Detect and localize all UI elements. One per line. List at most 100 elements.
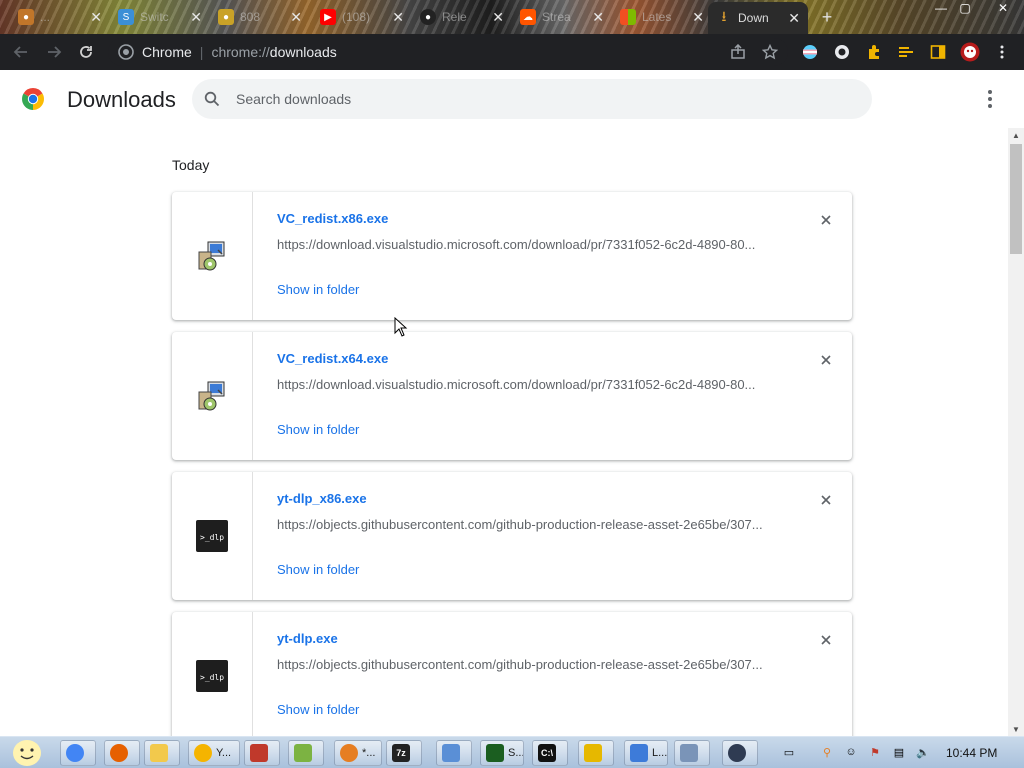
remove-button[interactable] [816,350,836,370]
taskbar-item-window[interactable] [674,740,710,766]
taskbar-item-label: *... [362,747,376,759]
address-separator: | [199,44,204,60]
flag-icon [803,45,817,59]
file-url[interactable]: https://objects.githubusercontent.com/gi… [277,657,769,672]
tab-2[interactable]: ● 808 ✕ [210,3,310,31]
extension-flag[interactable] [800,42,820,62]
tab-downloads[interactable]: ⭳ Down ✕ [708,2,808,34]
show-in-folder-link[interactable]: Show in folder [277,282,359,297]
remove-button[interactable] [816,210,836,230]
download-item: >_dlp yt-dlp_x86.exe https://objects.git… [172,472,852,600]
installer-icon [630,744,648,762]
forward-button[interactable] [42,40,66,64]
browser-toolbar: Chrome | chrome:// downloads [0,34,1024,70]
taskbar-item-chrome[interactable] [60,740,96,766]
tray-network-icon[interactable]: ▤ [890,743,908,761]
file-icon-column [172,332,253,460]
tab-4[interactable]: ● Rele ✕ [412,3,512,31]
tab-5[interactable]: ☁ Strea ✕ [512,3,612,31]
star-icon [762,44,778,60]
vertical-scrollbar[interactable]: ▲ ▼ [1008,128,1024,736]
file-name-link[interactable]: yt-dlp_x86.exe [277,491,367,506]
file-url[interactable]: https://objects.githubusercontent.com/gi… [277,517,769,532]
firefox-icon [110,744,128,762]
tab-close-icon[interactable]: ✕ [692,9,704,26]
chrome-menu-button[interactable] [990,40,1014,64]
search-input[interactable] [236,79,856,119]
bookmark-button[interactable] [758,40,782,64]
taskbar-item-app[interactable] [244,740,280,766]
taskbar-item-shield[interactable] [578,740,614,766]
search-box[interactable] [192,79,872,119]
reading-list-button[interactable] [896,42,916,62]
remove-button[interactable] [816,490,836,510]
show-in-folder-link[interactable]: Show in folder [277,702,359,717]
extension-circle[interactable] [832,42,852,62]
close-window-button[interactable]: ✕ [990,0,1016,18]
scroll-up-icon[interactable]: ▲ [1008,128,1024,142]
start-button[interactable] [6,738,48,768]
tab-6[interactable]: Lates ✕ [612,3,712,31]
remove-button[interactable] [816,630,836,650]
avatar-icon [960,42,980,62]
maximize-button[interactable]: ▢ [952,0,978,18]
globe-icon [728,744,746,762]
taskbar-item-monitor[interactable]: S... [480,740,524,766]
tab-close-icon[interactable]: ✕ [392,9,404,26]
taskbar-item-folder[interactable] [144,740,180,766]
taskbar-item-app[interactable]: Y... [188,740,240,766]
taskbar-item-globe[interactable] [722,740,758,766]
more-actions-button[interactable] [980,87,1000,111]
taskbar-item-label: S... [508,747,524,759]
show-in-folder-link[interactable]: Show in folder [277,422,359,437]
reload-button[interactable] [74,40,98,64]
taskbar-item-7zip[interactable]: 7z [386,740,422,766]
file-name-link[interactable]: VC_redist.x86.exe [277,211,388,226]
tab-3[interactable]: ▶ (108) ✕ [312,3,412,31]
tab-1[interactable]: S Switc ✕ [110,3,210,31]
tab-close-icon[interactable]: ✕ [492,9,504,26]
tab-label: 808 [240,10,261,24]
file-url[interactable]: https://download.visualstudio.microsoft.… [277,237,769,252]
tab-close-icon[interactable]: ✕ [290,9,302,26]
share-button[interactable] [726,40,750,64]
search-icon [204,91,220,107]
file-name-link[interactable]: VC_redist.x64.exe [277,351,388,366]
tab-close-icon[interactable]: ✕ [592,9,604,26]
more-vert-icon [988,97,992,101]
taskbar-clock[interactable]: 10:44 PM [946,746,997,760]
tray-display-icon[interactable]: ▭ [780,743,798,761]
tab-close-icon[interactable]: ✕ [788,10,800,27]
scroll-thumb[interactable] [1010,144,1022,254]
scroll-down-icon[interactable]: ▼ [1008,722,1024,736]
tab-close-icon[interactable]: ✕ [90,9,102,26]
new-tab-button[interactable]: + [816,6,838,28]
taskbar-item-installer[interactable] [436,740,472,766]
tab-close-icon[interactable]: ✕ [190,9,202,26]
tray-smiley-icon[interactable]: ☺ [842,743,860,761]
address-bar[interactable]: Chrome | chrome:// downloads [108,38,788,66]
tab-0[interactable]: ● ... ✕ [10,3,110,31]
minimize-button[interactable]: — [928,0,954,18]
taskbar-item-firefox[interactable] [104,740,140,766]
taskbar-item-terminal[interactable]: C:\ [532,740,568,766]
tray-search-icon[interactable]: ⚲ [818,743,836,761]
show-in-folder-link[interactable]: Show in folder [277,562,359,577]
taskbar-item-search[interactable]: *... [334,740,382,766]
file-name-link[interactable]: yt-dlp.exe [277,631,338,646]
profile-avatar[interactable] [960,42,980,62]
url-scheme: chrome:// [211,44,270,60]
tray-volume-icon[interactable]: 🔈 [914,743,932,761]
monitor-icon [486,744,504,762]
extensions-button[interactable] [864,42,884,62]
back-button[interactable] [9,40,33,64]
search-icon [340,744,358,762]
side-panel-button[interactable] [928,42,948,62]
tab-label: Switc [140,10,169,24]
soundcloud-icon: ☁ [520,9,536,25]
windows-taskbar: Y... *... 7z S... C:\ L... ▭ ⚲ ☺ ⚑ ▤ 🔈 1… [0,736,1024,768]
tray-alert-icon[interactable]: ⚑ [866,743,884,761]
taskbar-item-notepad[interactable] [288,740,324,766]
file-url[interactable]: https://download.visualstudio.microsoft.… [277,377,769,392]
taskbar-item-installer[interactable]: L... [624,740,668,766]
